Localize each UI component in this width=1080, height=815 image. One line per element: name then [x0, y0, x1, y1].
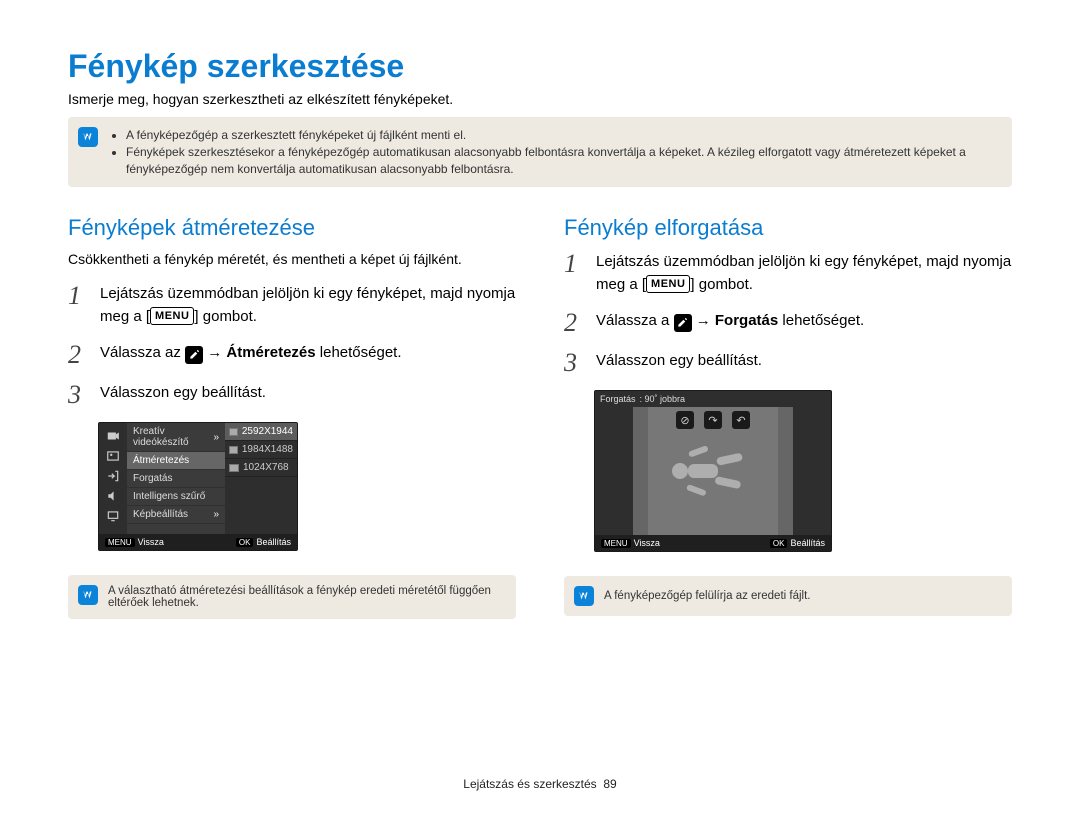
image-icon — [104, 447, 122, 465]
thumb-icon — [229, 464, 239, 472]
person-silhouette-icon — [658, 446, 768, 496]
ok-glyph-icon: OK — [770, 539, 788, 548]
chevron-right-icon: » — [213, 509, 219, 520]
step-number: 2 — [564, 310, 586, 336]
step-text: Válasszon egy beállítást. — [596, 350, 762, 376]
lcd-topbar: Forgatás : 90˚ jobbra — [595, 391, 831, 407]
menu-glyph-icon: MENU — [105, 538, 135, 547]
step-text: Válassza a → Forgatás lehetőséget. — [596, 310, 864, 336]
top-note-list: A fényképezőgép a szerkesztett fényképek… — [108, 127, 996, 177]
ok-glyph-icon: OK — [236, 538, 254, 547]
page-title: Fénykép szerkesztése — [68, 48, 1012, 85]
intro-text: Ismerje meg, hogyan szerkesztheti az elk… — [68, 91, 1012, 107]
menu-item: Képbeállítás» — [127, 506, 225, 524]
step-text: Válassza az → Átméretezés lehetőséget. — [100, 342, 402, 368]
note-icon — [78, 585, 98, 605]
share-icon — [104, 467, 122, 485]
note-text: A fényképezőgép felülírja az eredeti fáj… — [604, 590, 811, 602]
step-text: Lejátszás üzemmódban jelöljön ki egy fén… — [596, 251, 1012, 296]
resize-heading: Fényképek átméretezése — [68, 215, 516, 241]
step-text: Lejátszás üzemmódban jelöljön ki egy fén… — [100, 283, 516, 328]
step-number: 1 — [564, 251, 586, 296]
menu-item: Forgatás — [127, 470, 225, 488]
lcd-resize-screenshot: Kreatív videókészítő» Átméretezés Forgat… — [98, 422, 298, 551]
rotate-heading: Fénykép elforgatása — [564, 215, 1012, 241]
note-icon — [574, 586, 594, 606]
thumb-icon — [229, 428, 238, 436]
value-item: 1024X768 — [225, 459, 297, 477]
rotate-options-icons: ⊘ ↷ ↶ — [676, 411, 750, 429]
menu-glyph-icon: MENU — [601, 539, 631, 548]
rotate-left-icon: ↶ — [732, 411, 750, 429]
lcd-sidebar — [99, 423, 127, 534]
menu-item-selected: Átméretezés — [127, 452, 225, 470]
resize-section: Fényképek átméretezése Csökkentheti a fé… — [68, 215, 516, 647]
edit-icon — [674, 314, 692, 332]
step-number: 3 — [68, 382, 90, 408]
display-icon — [104, 507, 122, 525]
rotate-off-icon: ⊘ — [676, 411, 694, 429]
note-item: A fényképezőgép a szerkesztett fényképek… — [126, 127, 996, 144]
menu-button-glyph: MENU — [646, 275, 690, 294]
menu-item: Kreatív videókészítő» — [127, 423, 225, 452]
top-note-box: A fényképezőgép a szerkesztett fényképek… — [68, 117, 1012, 187]
movie-icon — [104, 427, 122, 445]
thumb-icon — [229, 446, 238, 454]
lcd-bottom-bar: MENUVissza OKBeállítás — [99, 534, 297, 550]
value-item: 1984X1488 — [225, 441, 297, 459]
lcd-bottom-bar: MENUVissza OKBeállítás — [595, 535, 831, 551]
step-number: 2 — [68, 342, 90, 368]
page-footer: Lejátszás és szerkesztés 89 — [0, 777, 1080, 791]
menu-button-glyph: MENU — [150, 307, 194, 326]
sound-icon — [104, 487, 122, 505]
lcd-menu-list: Kreatív videókészítő» Átméretezés Forgat… — [127, 423, 225, 534]
rotate-footnote: A fényképezőgép felülírja az eredeti fáj… — [564, 576, 1012, 616]
resize-footnote: A választható átméretezési beállítások a… — [68, 575, 516, 619]
resize-subtext: Csökkentheti a fénykép méretét, és menth… — [68, 251, 516, 267]
step-text: Válasszon egy beállítást. — [100, 382, 266, 408]
lcd-values-list: 2592X1944 1984X1488 1024X768 — [225, 423, 297, 534]
chevron-right-icon: » — [213, 432, 219, 443]
edit-icon — [185, 346, 203, 364]
step-number: 3 — [564, 350, 586, 376]
note-icon — [78, 127, 98, 147]
rotate-section: Fénykép elforgatása 1 Lejátszás üzemmódb… — [564, 215, 1012, 647]
lcd-photo-area: ⊘ ↷ ↶ — [595, 407, 831, 535]
lcd-rotate-screenshot: Forgatás : 90˚ jobbra ⊘ ↷ ↶ — [594, 390, 832, 552]
step-number: 1 — [68, 283, 90, 328]
menu-item: Intelligens szűrő — [127, 488, 225, 506]
note-item: Fényképek szerkesztésekor a fényképezőgé… — [126, 144, 996, 178]
value-item-selected: 2592X1944 — [225, 423, 297, 441]
rotate-right-icon: ↷ — [704, 411, 722, 429]
note-text: A választható átméretezési beállítások a… — [108, 585, 500, 609]
